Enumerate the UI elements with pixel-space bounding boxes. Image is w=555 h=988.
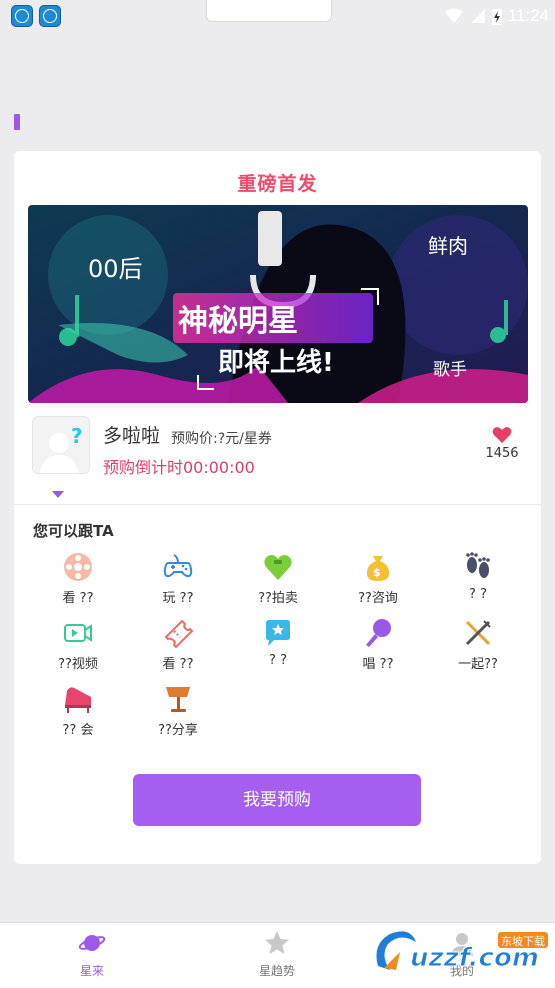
footprints-icon [466,552,490,578]
piano-icon [65,687,91,713]
lamp-icon [166,687,190,712]
signal-icon [470,9,485,23]
status-time: 11:24 [507,6,549,25]
money-bag-icon: $ [366,556,390,581]
banner-tag-00: 00后 [88,255,143,283]
nav-item-xinglai[interactable]: 星来 [32,929,152,979]
option-concert[interactable]: ?? 会 [28,683,128,743]
option-label: 看 ?? [162,657,194,672]
option-consult[interactable]: $ ??咨询 [328,551,428,611]
battery-charging-icon [491,9,502,25]
microphone-icon [366,619,391,647]
star-icon [265,931,289,954]
nav-item-trend[interactable]: 星趋势 [217,929,337,979]
page-indicator [14,114,20,130]
banner-sub-text: 即将上线! [218,348,334,378]
fork-knife-icon [465,620,491,646]
expand-arrow-icon[interactable] [52,491,64,498]
ticket-icon [164,619,194,649]
option-label: 一起?? [458,657,498,672]
nav-label: 星来 [79,964,104,978]
film-reel-icon [64,553,92,581]
status-right: 11:24 [444,4,549,28]
planet-icon [78,935,106,951]
option-label: ? ? [469,587,487,602]
promo-banner[interactable]: 00后 鲜肉 歌手 神秘明星 即将上线! [28,205,528,403]
star-price: 预购价:?元/星券 [171,431,272,447]
option-label: ? ? [269,653,287,668]
featured-card: 重磅首发 00后 鲜肉 歌手 神秘明星 即将上线! ? 多啦啦 预购价:?元/星… [14,151,541,864]
option-watch-show[interactable]: 看 ?? [128,617,228,677]
gamepad-icon [163,554,193,578]
option-label: ??拍卖 [258,591,298,606]
svg-text:$: $ [373,566,381,579]
watermark-logo: uzzf.com 东坡下载 [370,924,552,978]
avatar[interactable]: ? [32,416,90,474]
divider [14,504,541,505]
option-chat[interactable]: ? ? [228,617,328,677]
app-notification-icon [11,5,33,27]
video-camera-icon [64,624,92,642]
header-area [0,32,555,96]
option-label: ??分享 [158,723,198,738]
option-play-game[interactable]: 玩 ?? [128,551,228,611]
app-notification-icon [39,5,61,27]
section-title: 您可以跟TA [33,522,114,540]
option-label: 看 ?? [62,591,94,606]
heart-bag-icon [264,555,292,580]
option-label: ?? 会 [62,723,94,738]
nav-label: 星趋势 [258,964,295,978]
star-info-row[interactable]: ? 多啦啦 预购价:?元/星券 预购倒计时00:00:00 1456 [32,416,532,482]
chat-star-icon [266,620,290,646]
option-footprints[interactable]: ? ? [428,551,528,611]
option-label: ??视频 [58,657,98,672]
uzzf-logo: uzzf.com 东坡下载 [376,931,548,974]
card-title: 重磅首发 [237,173,318,195]
option-dine-together[interactable]: 一起?? [428,617,528,677]
svg-text:?: ? [71,424,83,448]
presale-countdown: 预购倒计时00:00:00 [103,458,255,477]
svg-text:东坡下载: 东坡下载 [501,935,545,948]
option-share[interactable]: ??分享 [128,683,228,743]
option-video[interactable]: ??视频 [28,617,128,677]
banner-tag-fresh: 鲜肉 [428,234,468,258]
like-button[interactable]: 1456 [472,426,532,461]
option-auction[interactable]: ??拍卖 [228,551,328,611]
option-label: ??咨询 [358,591,398,606]
option-sing[interactable]: 唱 ?? [328,617,428,677]
option-label: 唱 ?? [362,657,394,672]
banner-main-text: 神秘明星 [178,304,298,339]
presale-buy-button[interactable]: 我要预购 [133,774,421,826]
option-watch-movie[interactable]: 看 ?? [28,551,128,611]
heart-icon [492,427,512,443]
status-bar: 11:24 [0,0,555,32]
like-count: 1456 [485,446,519,461]
banner-art: 00后 鲜肉 歌手 神秘明星 即将上线! [28,205,528,403]
banner-tag-singer: 歌手 [433,360,467,380]
wifi-icon [444,8,463,23]
star-name: 多啦啦 [103,425,161,447]
status-notch [206,0,332,22]
default-avatar-icon: ? [33,417,89,473]
option-label: 玩 ?? [162,591,194,606]
